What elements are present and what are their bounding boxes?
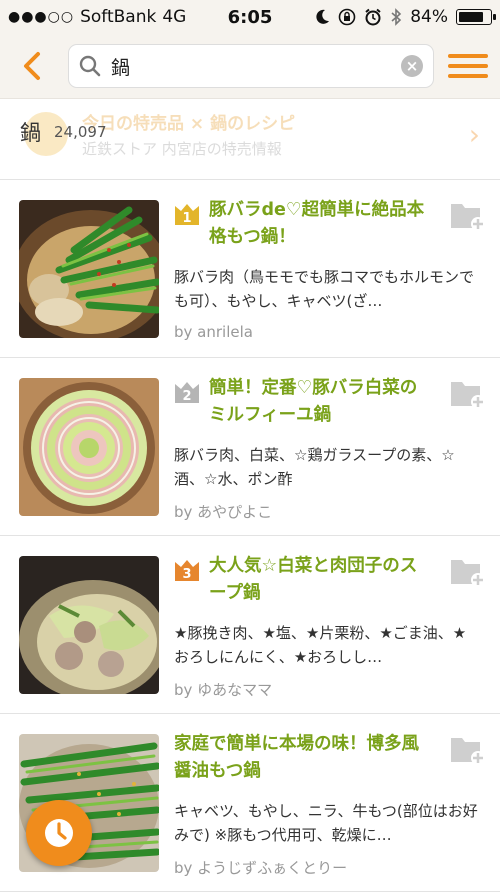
recipe-ingredients: ★豚挽き肉、★塩、★片栗粉、★ごま油、★おろしにんにく、★おろしし… <box>174 624 467 666</box>
recipe-title[interactable]: 家庭で簡単に本場の味！博多風 醤油もつ鍋 <box>174 731 436 785</box>
hamburger-line <box>448 64 488 68</box>
bluetooth-icon <box>391 8 402 26</box>
carrier-name: SoftBank <box>80 7 157 27</box>
signal-strength-icon: ●●●○○ <box>8 9 75 25</box>
recipe-photo[interactable] <box>19 556 159 694</box>
search-icon <box>79 55 101 77</box>
recipe-photo[interactable] <box>19 378 159 516</box>
svg-text:1: 1 <box>182 211 191 226</box>
rotation-lock-icon <box>338 8 356 26</box>
battery-icon <box>456 9 496 25</box>
recipe-list: 1 豚バラde♡超簡単に絶品本格もつ鍋！ 豚バラ肉（鳥モモでも豚コマでもホルモン… <box>0 180 500 892</box>
recipe-title[interactable]: 大人気☆白菜と肉団子のスープ鍋 <box>209 553 431 607</box>
add-to-folder-icon[interactable] <box>450 556 486 588</box>
recipe-author[interactable]: by ゆあなママ <box>174 679 272 700</box>
hamburger-line <box>448 54 488 58</box>
promo-subtitle: 近鉄ストア 内宮店の特売情報 <box>82 140 282 158</box>
chevron-right-icon: › <box>468 117 480 151</box>
recipe-author[interactable]: by ようじずふぁくとりー <box>174 857 347 878</box>
recipe-item[interactable]: 3 大人気☆白菜と肉団子のスープ鍋 ★豚挽き肉、★塩、★片栗粉、★ごま油、★おろ… <box>0 536 500 714</box>
result-summary: 今日の特売品 × 鍋のレシピ 近鉄ストア 内宮店の特売情報 › 鍋 24,097 <box>0 98 500 180</box>
chevron-left-icon <box>24 52 40 80</box>
search-input[interactable]: 鍋 <box>111 53 401 80</box>
svg-text:2: 2 <box>182 389 191 404</box>
add-to-folder-icon[interactable] <box>450 200 486 232</box>
svg-text:3: 3 <box>182 567 191 582</box>
recipe-title[interactable]: 簡単！定番♡豚バラ白菜のミルフィーユ鍋 <box>209 375 431 429</box>
rank-crown-bronze-icon: 3 <box>175 560 199 582</box>
recipe-photo[interactable] <box>19 200 159 338</box>
recipe-item[interactable]: 1 豚バラde♡超簡単に絶品本格もつ鍋！ 豚バラ肉（鳥モモでも豚コマでもホルモン… <box>0 180 500 358</box>
mille-feuille-nabe-photo <box>19 378 159 516</box>
recipe-author[interactable]: by anrilela <box>174 323 253 341</box>
status-bar: ●●●○○ SoftBank 4G 6:05 84% <box>0 0 500 34</box>
search-field[interactable]: 鍋 × <box>68 44 434 88</box>
close-icon: × <box>405 57 419 75</box>
rank-crown-silver-icon: 2 <box>175 382 199 404</box>
meatball-soup-nabe-photo <box>19 556 159 694</box>
recipe-item[interactable]: 家庭で簡単に本場の味！博多風 醤油もつ鍋 キャベツ、もやし、ニラ、牛もつ(部位は… <box>0 714 500 892</box>
network-type: 4G <box>162 7 187 27</box>
motsunabe-photo <box>19 200 159 338</box>
recipe-title[interactable]: 豚バラde♡超簡単に絶品本格もつ鍋！ <box>209 197 431 251</box>
alarm-icon <box>365 8 381 26</box>
recipe-ingredients: キャベツ、もやし、ニラ、牛もつ(部位はお好みで) ※豚もつ代用可、乾燥に… <box>174 802 478 844</box>
moon-icon <box>316 9 330 24</box>
hamburger-line <box>448 74 488 78</box>
promo-title: 今日の特売品 × 鍋のレシピ <box>82 114 296 134</box>
rank-crown-gold-icon: 1 <box>175 204 199 226</box>
add-to-folder-icon[interactable] <box>450 734 486 766</box>
search-keyword: 鍋 <box>20 121 41 145</box>
result-count: 24,097 <box>54 123 107 141</box>
back-button[interactable] <box>12 44 52 88</box>
battery-percent: 84% <box>410 7 448 27</box>
recipe-author[interactable]: by あやぴよこ <box>174 501 272 522</box>
recipe-item[interactable]: 2 簡単！定番♡豚バラ白菜のミルフィーユ鍋 豚バラ肉、白菜、☆鶏ガラスープの素、… <box>0 358 500 536</box>
clock-icon <box>45 819 73 847</box>
clear-search-button[interactable]: × <box>401 55 423 77</box>
recipe-ingredients: 豚バラ肉（鳥モモでも豚コマでもホルモンでも可）、もやし、キャベツ(ざ… <box>174 268 475 310</box>
add-to-folder-icon[interactable] <box>450 378 486 410</box>
recipe-ingredients: 豚バラ肉、白菜、☆鶏ガラスープの素、☆酒、☆水、ポン酢 <box>174 446 455 488</box>
history-button[interactable] <box>26 800 92 866</box>
search-header: 鍋 × <box>0 34 500 98</box>
menu-button[interactable] <box>448 46 488 86</box>
